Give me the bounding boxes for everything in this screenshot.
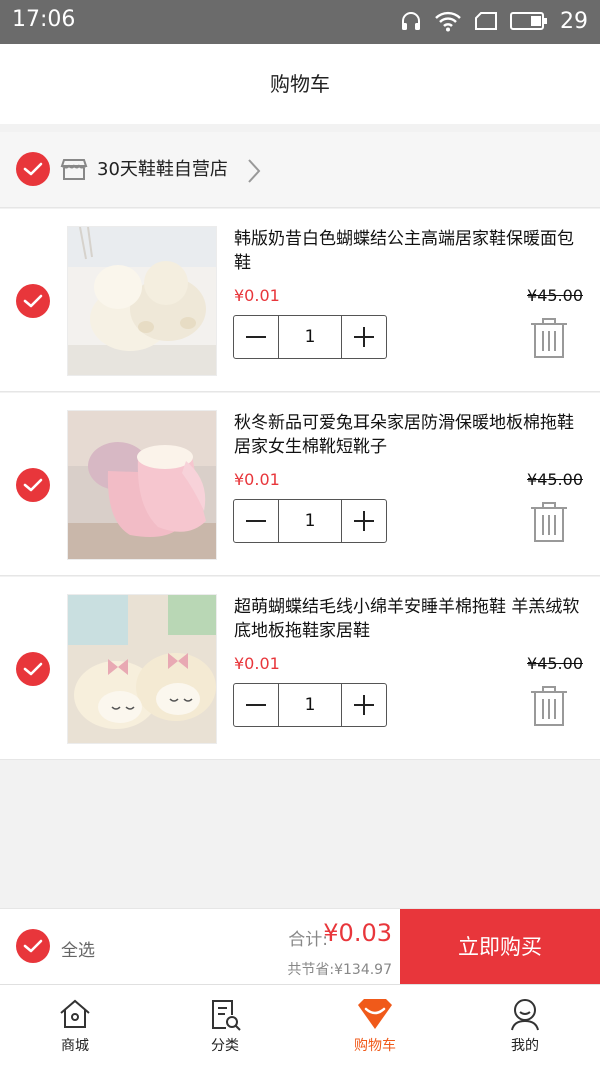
product-price: ¥0.01 [234, 654, 280, 673]
shop-icon [60, 159, 88, 180]
item-checkbox[interactable] [16, 468, 50, 502]
battery-level: 29 [560, 8, 588, 34]
bottom-tab-bar: 商城 分类 购物车 我的 [0, 984, 600, 1067]
tab-profile[interactable]: 我的 [450, 985, 600, 1067]
product-image[interactable] [67, 410, 217, 560]
item-checkbox[interactable] [16, 652, 50, 686]
cart-icon [358, 999, 392, 1029]
product-name[interactable]: 秋冬新品可爱兔耳朵家居防滑保暖地板棉拖鞋居家女生棉靴短靴子 [234, 411, 584, 459]
buy-now-button[interactable]: 立即购买 [400, 909, 600, 985]
decrease-button[interactable] [234, 316, 278, 358]
select-all-checkbox[interactable] [16, 929, 50, 963]
tab-cart[interactable]: 购物车 [300, 985, 450, 1067]
wifi-icon [435, 11, 461, 32]
page-header: 购物车 [0, 44, 600, 124]
product-price: ¥0.01 [234, 470, 280, 489]
product-name[interactable]: 超萌蝴蝶结毛线小绵羊安睡羊棉拖鞋 羊羔绒软底地板拖鞋家居鞋 [234, 595, 584, 643]
check-icon [23, 294, 43, 308]
saved-amount: 共节省:¥134.97 [287, 962, 392, 978]
minus-icon [246, 704, 266, 706]
tab-label: 商城 [61, 1038, 89, 1054]
original-price: ¥45.00 [527, 286, 583, 305]
chevron-right-icon[interactable] [246, 157, 262, 185]
trash-icon[interactable] [529, 501, 569, 543]
check-icon [23, 939, 43, 953]
product-image[interactable] [67, 594, 217, 744]
increase-button[interactable] [342, 316, 386, 358]
cart-item: 韩版奶昔白色蝴蝶结公主高端居家鞋保暖面包鞋 ¥0.01 ¥45.00 1 [0, 209, 600, 392]
plus-icon [354, 511, 374, 531]
store-row[interactable]: 30天鞋鞋自营店 [0, 132, 600, 208]
cart-item: 超萌蝴蝶结毛线小绵羊安睡羊棉拖鞋 羊羔绒软底地板拖鞋家居鞋 ¥0.01 ¥45.… [0, 577, 600, 760]
minus-icon [246, 336, 266, 338]
tab-label: 分类 [211, 1038, 239, 1054]
quantity-value[interactable]: 1 [278, 500, 342, 542]
total-value: ¥0.03 [323, 919, 392, 947]
quantity-value[interactable]: 1 [278, 316, 342, 358]
category-search-icon [212, 1000, 241, 1031]
increase-button[interactable] [342, 500, 386, 542]
check-icon [23, 662, 43, 676]
profile-icon [511, 999, 539, 1031]
tab-label: 我的 [511, 1038, 539, 1054]
check-icon [23, 478, 43, 492]
original-price: ¥45.00 [527, 470, 583, 489]
headphones-icon [402, 12, 420, 30]
minus-icon [246, 520, 266, 522]
product-name[interactable]: 韩版奶昔白色蝴蝶结公主高端居家鞋保暖面包鞋 [234, 227, 584, 275]
cart-item: 秋冬新品可爱兔耳朵家居防滑保暖地板棉拖鞋居家女生棉靴短靴子 ¥0.01 ¥45.… [0, 393, 600, 576]
status-time: 17:06 [12, 7, 76, 32]
store-checkbox[interactable] [16, 152, 50, 186]
total-label: 合计: [288, 930, 328, 950]
tab-mall[interactable]: 商城 [0, 985, 150, 1067]
original-price: ¥45.00 [527, 654, 583, 673]
quantity-stepper: 1 [233, 315, 387, 359]
home-icon [60, 999, 90, 1028]
status-bar: 17:06 29 [0, 0, 600, 44]
decrease-button[interactable] [234, 684, 278, 726]
store-name[interactable]: 30天鞋鞋自营店 [97, 155, 228, 181]
quantity-stepper: 1 [233, 499, 387, 543]
product-price: ¥0.01 [234, 286, 280, 305]
plus-icon [354, 695, 374, 715]
status-icons: 29 [400, 6, 588, 36]
page-title: 购物车 [270, 72, 330, 96]
plus-icon [354, 327, 374, 347]
increase-button[interactable] [342, 684, 386, 726]
check-icon [23, 162, 43, 176]
trash-icon[interactable] [529, 317, 569, 359]
product-image[interactable] [67, 226, 217, 376]
quantity-value[interactable]: 1 [278, 684, 342, 726]
decrease-button[interactable] [234, 500, 278, 542]
tab-label: 购物车 [354, 1038, 396, 1054]
tab-category[interactable]: 分类 [150, 985, 300, 1067]
sim-icon [475, 12, 497, 30]
battery-icon [510, 12, 547, 30]
trash-icon[interactable] [529, 685, 569, 727]
checkout-bar: 全选 合计: ¥0.03 共节省:¥134.97 立即购买 [0, 908, 600, 985]
item-checkbox[interactable] [16, 284, 50, 318]
select-all-label[interactable]: 全选 [61, 936, 95, 961]
quantity-stepper: 1 [233, 683, 387, 727]
